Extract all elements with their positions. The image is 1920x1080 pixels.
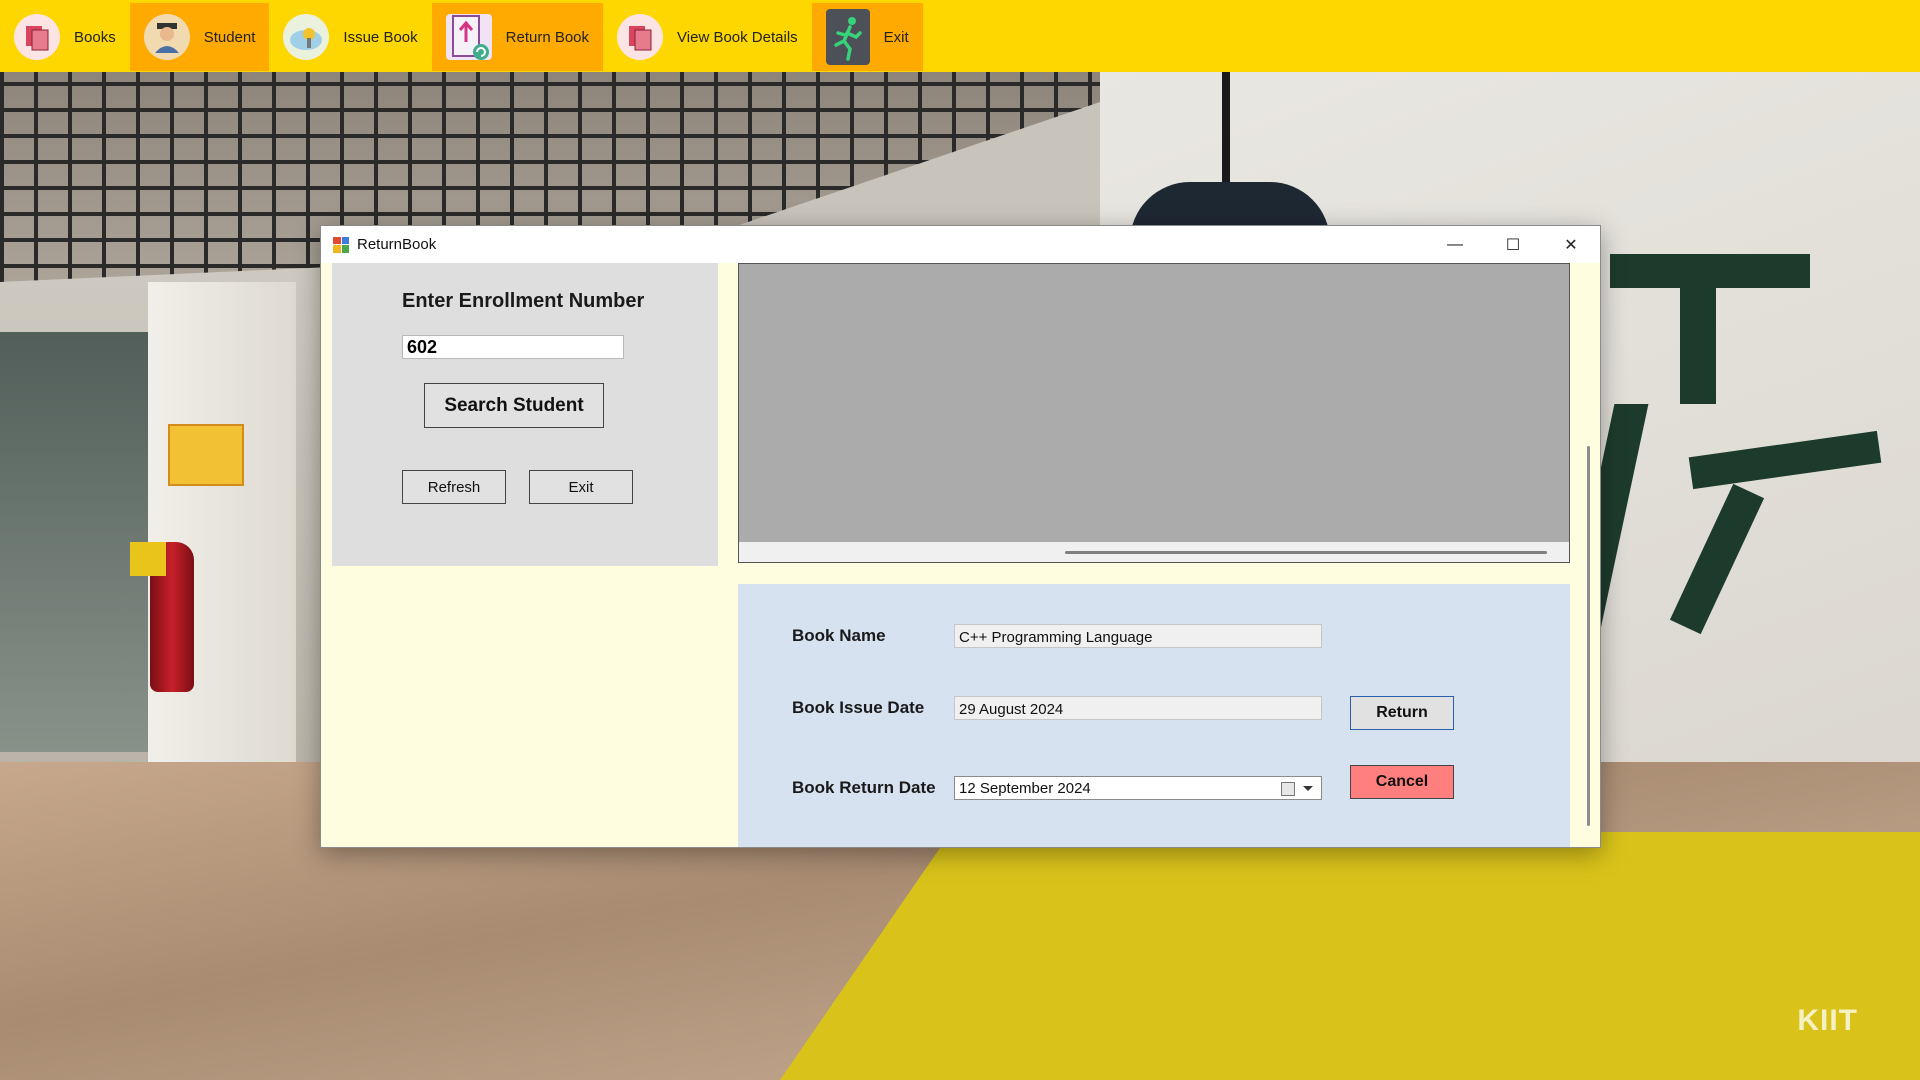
enrollment-input[interactable] <box>402 335 624 359</box>
menu-label-view-book-details: View Book Details <box>677 28 798 46</box>
return-book-window: ReturnBook — ☐ ✕ Enter Enrollment Number… <box>320 225 1601 848</box>
lamp-cord <box>1222 72 1230 187</box>
enrollment-label: Enter Enrollment Number <box>402 290 645 312</box>
glass-partition <box>0 332 150 752</box>
yellow-floor <box>780 832 1920 1080</box>
menu-item-exit[interactable]: Exit <box>811 3 923 71</box>
minimize-button[interactable]: — <box>1426 226 1484 263</box>
search-panel: Enter Enrollment Number Search Student R… <box>332 263 718 566</box>
book-issue-date-field[interactable] <box>954 696 1322 720</box>
view-book-details-icon <box>617 14 664 60</box>
window-vertical-scrollbar[interactable] <box>1587 446 1590 826</box>
menu-label-return-book: Return Book <box>505 28 590 46</box>
menu-label-books: Books <box>74 28 116 46</box>
chevron-down-icon[interactable] <box>1303 786 1313 791</box>
maximize-button[interactable]: ☐ <box>1484 226 1542 263</box>
book-return-date-label: Book Return Date <box>792 778 936 797</box>
grid-horizontal-scrollbar[interactable] <box>739 542 1569 562</box>
issue-book-icon <box>283 14 330 60</box>
window-controls: — ☐ ✕ <box>1426 226 1600 263</box>
kiit-wall-letters <box>1565 254 1890 635</box>
book-return-date-picker[interactable]: 12 September 2024 <box>954 776 1322 800</box>
menu-item-view-book-details[interactable]: View Book Details <box>603 3 812 71</box>
exit-button[interactable]: Exit <box>529 470 633 504</box>
menu-item-books[interactable]: Books <box>0 3 130 71</box>
book-details-panel: Book Name Book Issue Date Book Return Da… <box>738 584 1570 847</box>
kiit-watermark-logo: KIIT <box>1797 1004 1858 1037</box>
window-title: ReturnBook <box>357 236 437 253</box>
menu-label-student: Student <box>203 28 256 46</box>
menu-label-exit: Exit <box>883 28 909 46</box>
main-menu-bar: Books Student Issue Book Return Book Vie… <box>0 0 1920 72</box>
window-titlebar[interactable]: ReturnBook — ☐ ✕ <box>321 226 1600 263</box>
menu-item-student[interactable]: Student <box>129 3 270 71</box>
grid-scroll-thumb[interactable] <box>1065 551 1547 554</box>
menu-item-issue-book[interactable]: Issue Book <box>269 3 431 71</box>
menu-item-return-book[interactable]: Return Book <box>431 3 604 71</box>
book-name-label: Book Name <box>792 626 886 645</box>
extinguisher-tag <box>130 542 166 576</box>
issued-books-grid[interactable] <box>738 263 1570 563</box>
close-button[interactable]: ✕ <box>1542 226 1600 263</box>
wall-poster <box>168 424 244 486</box>
app-icon <box>333 236 349 253</box>
book-issue-date-label: Book Issue Date <box>792 698 925 717</box>
return-date-value: 12 September 2024 <box>959 780 1091 797</box>
refresh-button[interactable]: Refresh <box>402 470 506 504</box>
search-student-button[interactable]: Search Student <box>424 383 604 428</box>
return-button[interactable]: Return <box>1350 696 1454 730</box>
student-icon <box>143 14 190 60</box>
books-icon <box>14 14 60 60</box>
return-book-icon <box>445 14 492 60</box>
book-name-field[interactable] <box>954 624 1322 648</box>
exit-running-icon <box>825 9 870 65</box>
calendar-icon[interactable] <box>1281 782 1295 796</box>
cancel-button[interactable]: Cancel <box>1350 765 1454 799</box>
menu-label-issue-book: Issue Book <box>343 28 418 46</box>
